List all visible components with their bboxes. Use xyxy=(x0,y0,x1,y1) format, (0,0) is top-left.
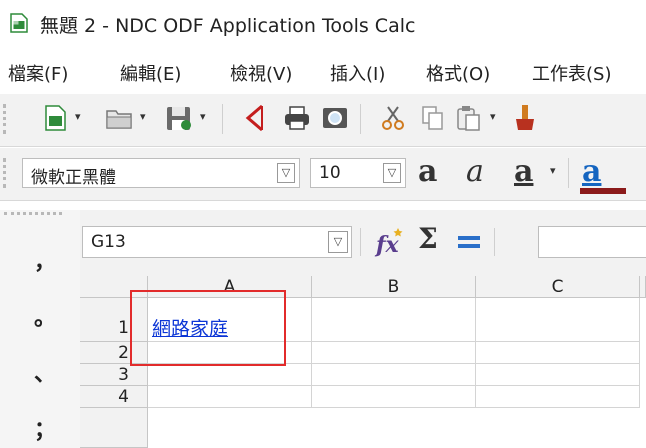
punctuation-strip: ， 。 、 ； xyxy=(0,210,80,448)
cut-icon[interactable] xyxy=(378,103,408,133)
formatting-toolbar: 微軟正黑體 ▽ 10 ▽ a a a ▾ a xyxy=(0,148,646,201)
open-dropdown-icon[interactable]: ▾ xyxy=(140,110,146,123)
cell-a3[interactable] xyxy=(148,364,312,386)
punct-enumeration-comma[interactable]: 、 xyxy=(34,356,56,388)
name-box[interactable]: G13 ▽ xyxy=(82,226,352,258)
cell-b2[interactable] xyxy=(312,342,476,364)
new-document-icon[interactable] xyxy=(40,103,70,133)
formula-bar: G13 ▽ fx Σ xyxy=(80,210,646,276)
font-name-value: 微軟正黑體 xyxy=(31,168,116,188)
new-dropdown-icon[interactable]: ▾ xyxy=(75,110,81,123)
toolbar-separator xyxy=(360,228,361,256)
spreadsheet-grid: A B C 1 2 3 4 網路家庭 xyxy=(80,276,646,448)
italic-icon[interactable]: a xyxy=(466,154,484,189)
open-folder-icon[interactable] xyxy=(104,103,134,133)
menu-format[interactable]: 格式(O) xyxy=(426,60,490,86)
row-header-4[interactable]: 4 xyxy=(80,386,148,408)
cell-c4[interactable] xyxy=(476,386,640,408)
column-header-c[interactable]: C xyxy=(476,276,640,298)
cell-c1[interactable] xyxy=(476,298,640,342)
save-icon[interactable] xyxy=(164,103,194,133)
punct-semicolon[interactable]: ； xyxy=(34,412,56,444)
formula-input[interactable] xyxy=(538,226,646,258)
cell-c3[interactable] xyxy=(476,364,640,386)
font-name-box[interactable]: 微軟正黑體 ▽ xyxy=(22,158,300,188)
toolbar-separator xyxy=(222,104,223,134)
print-icon[interactable] xyxy=(282,103,312,133)
cell-c2[interactable] xyxy=(476,342,640,364)
toolbar-separator xyxy=(360,104,361,134)
toolbar-separator xyxy=(494,228,495,256)
font-size-box[interactable]: 10 ▽ xyxy=(310,158,406,188)
cell-b3[interactable] xyxy=(312,364,476,386)
font-size-value: 10 xyxy=(319,163,341,183)
font-color-icon[interactable]: a xyxy=(582,154,601,189)
bold-icon[interactable]: a xyxy=(418,154,437,189)
row-header-3[interactable]: 3 xyxy=(80,364,148,386)
window-title: 無題 2 - NDC ODF Application Tools Calc xyxy=(40,15,416,37)
paste-icon[interactable] xyxy=(454,103,484,133)
cell-a4[interactable] xyxy=(148,386,312,408)
save-dropdown-icon[interactable]: ▾ xyxy=(200,110,206,123)
print-preview-icon[interactable] xyxy=(320,103,350,133)
standard-toolbar: ▾ ▾ ▾ ▾ xyxy=(0,94,646,147)
menu-bar: 檔案(F) 編輯(E) 檢視(V) 插入(I) 格式(O) 工作表(S) xyxy=(0,52,646,90)
punct-period[interactable]: 。 xyxy=(34,300,56,332)
menu-insert[interactable]: 插入(I) xyxy=(330,60,385,86)
column-header-b[interactable]: B xyxy=(312,276,476,298)
title-bar: 無題 2 - NDC ODF Application Tools Calc xyxy=(0,0,646,46)
font-color-swatch xyxy=(580,188,626,194)
punct-comma[interactable]: ， xyxy=(34,244,56,276)
clone-formatting-icon[interactable] xyxy=(510,103,540,133)
sum-icon[interactable]: Σ xyxy=(418,222,438,255)
formula-icon[interactable] xyxy=(458,236,480,240)
chevron-down-icon[interactable]: ▽ xyxy=(277,163,295,183)
chevron-down-icon[interactable]: ▽ xyxy=(383,163,401,183)
calc-document-icon xyxy=(10,13,28,33)
toolbar-separator xyxy=(568,158,569,188)
menu-view[interactable]: 檢視(V) xyxy=(230,60,292,86)
cell-b1[interactable] xyxy=(312,298,476,342)
underline-icon[interactable]: a xyxy=(514,154,533,189)
toolbar-grip[interactable] xyxy=(3,158,10,188)
column-header-d[interactable] xyxy=(640,276,646,298)
paste-dropdown-icon[interactable]: ▾ xyxy=(490,110,496,123)
cell-b4[interactable] xyxy=(312,386,476,408)
name-box-value: G13 xyxy=(91,232,126,252)
menu-edit[interactable]: 編輯(E) xyxy=(120,60,181,86)
menu-sheet[interactable]: 工作表(S) xyxy=(532,60,611,86)
menu-file[interactable]: 檔案(F) xyxy=(8,60,68,86)
underline-dropdown-icon[interactable]: ▾ xyxy=(550,164,556,177)
highlight-box xyxy=(130,290,286,366)
row-header-5[interactable] xyxy=(80,408,148,448)
formula-icon-lower xyxy=(458,244,480,248)
function-wizard-icon[interactable]: fx xyxy=(374,226,406,258)
toolbar-grip[interactable] xyxy=(4,212,62,223)
copy-icon[interactable] xyxy=(418,103,448,133)
export-pdf-icon[interactable] xyxy=(240,103,270,133)
toolbar-grip[interactable] xyxy=(3,104,10,134)
chevron-down-icon[interactable]: ▽ xyxy=(328,231,348,253)
